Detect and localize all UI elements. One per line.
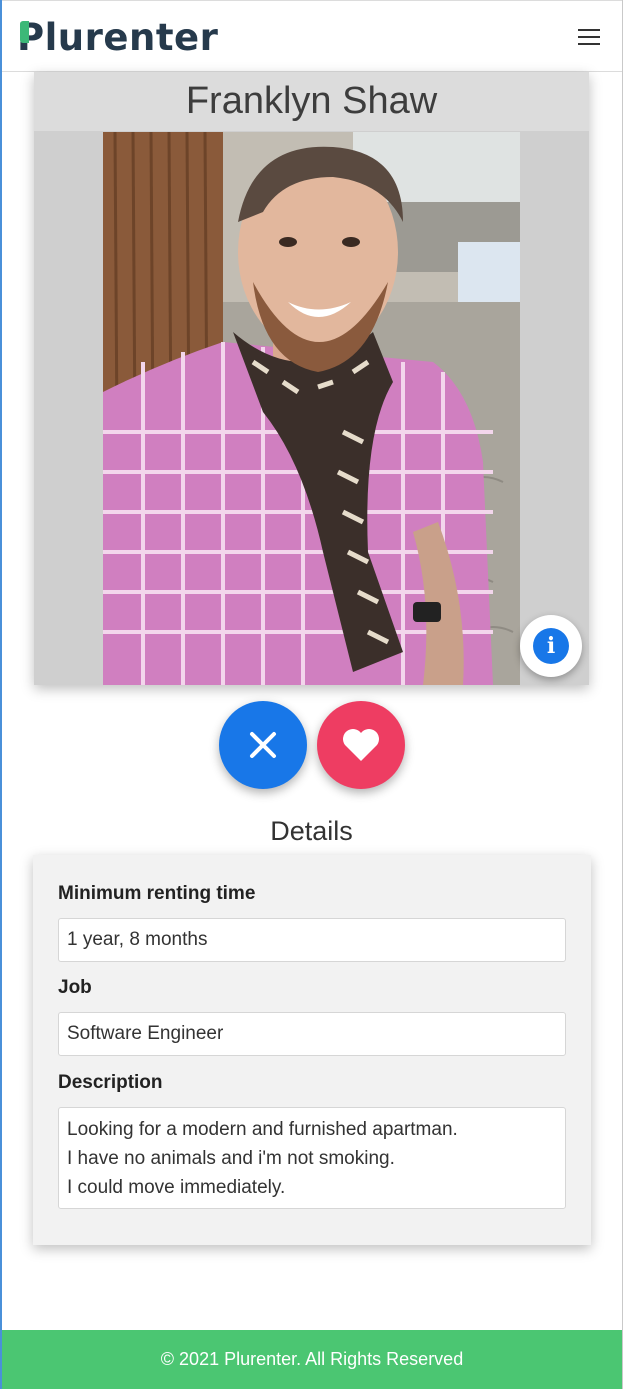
field-label-minimum-renting-time: Minimum renting time	[58, 883, 256, 904]
details-card: Minimum renting time 1 year, 8 months Jo…	[33, 855, 591, 1245]
navbar: Plurenter	[2, 0, 622, 72]
window-left-edge	[0, 0, 2, 1389]
hamburger-line	[578, 36, 600, 38]
field-label-description: Description	[58, 1072, 163, 1093]
details-heading: Details	[270, 816, 353, 846]
description-line: I could move immediately.	[67, 1177, 286, 1198]
profile-card: Franklyn Shaw i	[34, 72, 589, 685]
description-field[interactable]: Looking for a modern and furnished apart…	[58, 1107, 566, 1209]
like-button[interactable]	[317, 701, 405, 789]
profile-photo-illustration	[103, 132, 520, 685]
footer: © 2021 Plurenter. All Rights Reserved	[2, 1330, 622, 1389]
profile-photo[interactable]	[103, 132, 520, 685]
profile-name: Franklyn Shaw	[34, 72, 589, 131]
description-line: I have no animals and i'm not smoking.	[67, 1148, 395, 1169]
info-button[interactable]: i	[520, 615, 582, 677]
hamburger-line	[578, 43, 600, 45]
close-icon	[250, 732, 276, 758]
minimum-renting-time-field[interactable]: 1 year, 8 months	[58, 918, 566, 962]
field-label-job: Job	[58, 977, 92, 998]
reject-button[interactable]	[219, 701, 307, 789]
description-line: Looking for a modern and furnished apart…	[67, 1119, 458, 1140]
brand-logo-first-letter: P	[17, 16, 45, 59]
job-field[interactable]: Software Engineer	[58, 1012, 566, 1056]
hamburger-menu-icon[interactable]	[578, 29, 600, 45]
info-icon: i	[533, 628, 569, 664]
hamburger-line	[578, 29, 600, 31]
brand-logo-rest: lurenter	[44, 16, 219, 59]
heart-icon	[343, 729, 379, 761]
brand-logo[interactable]: Plurenter	[17, 17, 218, 59]
